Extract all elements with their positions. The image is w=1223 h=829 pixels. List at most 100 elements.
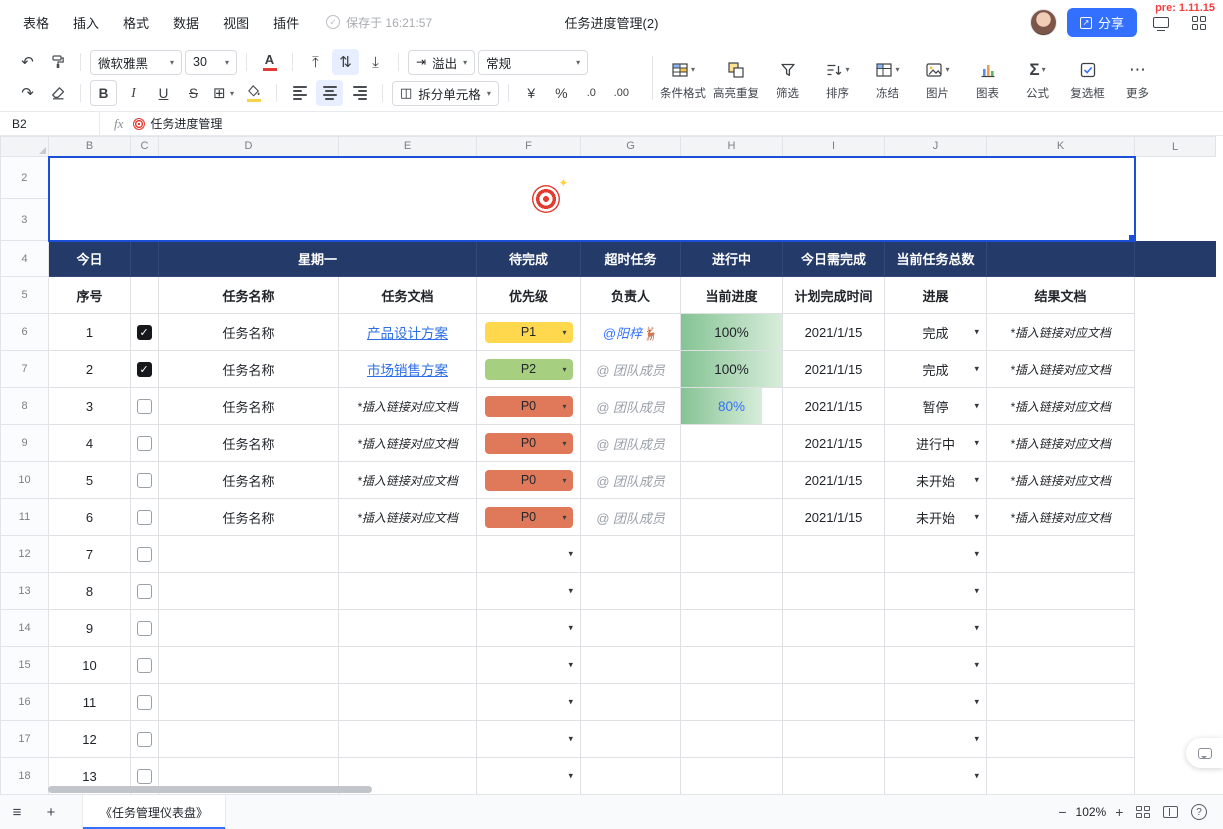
summary-weekday[interactable]: 星期一 bbox=[159, 241, 477, 277]
cell[interactable] bbox=[1135, 536, 1216, 573]
caret-down-icon[interactable]: ▾ bbox=[974, 512, 979, 523]
task-checkbox[interactable] bbox=[137, 732, 152, 747]
row-header[interactable]: 2 bbox=[1, 157, 49, 199]
redo-button[interactable]: ↷ bbox=[14, 80, 41, 106]
row-header[interactable]: 17 bbox=[1, 721, 49, 758]
priority-dropdown-cell[interactable]: ▾ bbox=[477, 573, 581, 610]
checkbox-cell[interactable] bbox=[131, 536, 159, 573]
highlight-duplicates-button[interactable]: 高亮重复 bbox=[710, 56, 762, 105]
format-painter-button[interactable] bbox=[44, 49, 71, 75]
priority-dropdown-cell[interactable]: ▾ bbox=[477, 758, 581, 795]
sheet-list-button[interactable]: ≡ bbox=[0, 804, 34, 821]
col-header[interactable]: E bbox=[339, 137, 477, 157]
progress-cell[interactable] bbox=[681, 425, 783, 462]
help-icon[interactable]: ? bbox=[1191, 804, 1207, 820]
owner-cell[interactable]: @ 团队成员 bbox=[581, 388, 681, 425]
doc-link[interactable]: 产品设计方案 bbox=[367, 326, 448, 341]
panel-view-icon[interactable] bbox=[1163, 806, 1178, 818]
row-header[interactable]: 11 bbox=[1, 499, 49, 536]
grid-view-icon[interactable] bbox=[1136, 806, 1150, 818]
cell[interactable] bbox=[581, 536, 681, 573]
task-name-cell[interactable]: 任务名称 bbox=[159, 425, 339, 462]
serial-cell[interactable]: 7 bbox=[49, 536, 131, 573]
cell[interactable] bbox=[1135, 351, 1216, 388]
menu-plugins[interactable]: 插件 bbox=[262, 9, 310, 36]
cell[interactable] bbox=[1135, 199, 1216, 241]
selection-fill-handle[interactable] bbox=[1128, 234, 1135, 241]
doc-link[interactable]: 市场销售方案 bbox=[367, 363, 448, 378]
checkbox-cell[interactable] bbox=[131, 388, 159, 425]
split-cells-button[interactable]: ◫ 拆分单元格 ▾ bbox=[392, 81, 499, 106]
col-header[interactable]: K bbox=[987, 137, 1135, 157]
status-dropdown-cell[interactable]: ▾ bbox=[885, 758, 987, 795]
formula-input[interactable]: 任务进度管理 bbox=[133, 115, 222, 132]
cell[interactable] bbox=[131, 277, 159, 314]
plan-date-cell[interactable]: 2021/1/15 bbox=[783, 499, 885, 536]
caret-down-icon[interactable]: ▾ bbox=[974, 549, 979, 560]
formula-button[interactable]: Σ▾ 公式 bbox=[1013, 56, 1062, 105]
cell[interactable] bbox=[131, 241, 159, 277]
summary-today[interactable]: 今日 bbox=[49, 241, 131, 277]
horizontal-scrollbar[interactable] bbox=[48, 786, 372, 793]
caret-down-icon[interactable]: ▾ bbox=[974, 586, 979, 597]
priority-cell[interactable]: P1▾ bbox=[477, 314, 581, 351]
summary-total[interactable]: 当前任务总数 bbox=[885, 241, 987, 277]
task-doc-cell[interactable]: *插入链接对应文档 bbox=[339, 388, 477, 425]
cell[interactable] bbox=[1135, 241, 1216, 277]
progress-cell[interactable]: 100% bbox=[681, 351, 783, 388]
cell[interactable] bbox=[1135, 499, 1216, 536]
caret-down-icon[interactable]: ▾ bbox=[974, 327, 979, 338]
column-label-status[interactable]: 进展 bbox=[885, 277, 987, 314]
menu-insert[interactable]: 插入 bbox=[62, 9, 110, 36]
checkbox-insert-button[interactable]: 复选框 bbox=[1063, 56, 1112, 105]
priority-dropdown-cell[interactable]: ▾ bbox=[477, 721, 581, 758]
cell[interactable] bbox=[581, 573, 681, 610]
select-all-corner[interactable] bbox=[1, 137, 49, 157]
col-header[interactable]: H bbox=[681, 137, 783, 157]
cell[interactable] bbox=[339, 536, 477, 573]
task-checkbox[interactable] bbox=[137, 695, 152, 710]
column-label-priority[interactable]: 优先级 bbox=[477, 277, 581, 314]
row-header[interactable]: 7 bbox=[1, 351, 49, 388]
cell[interactable] bbox=[681, 758, 783, 795]
result-doc-cell[interactable]: *插入链接对应文档 bbox=[987, 462, 1135, 499]
serial-cell[interactable]: 2 bbox=[49, 351, 131, 388]
row-header[interactable]: 6 bbox=[1, 314, 49, 351]
add-sheet-button[interactable]: + bbox=[34, 804, 68, 821]
serial-cell[interactable]: 5 bbox=[49, 462, 131, 499]
cell[interactable] bbox=[783, 610, 885, 647]
user-avatar[interactable] bbox=[1030, 9, 1057, 36]
priority-dropdown-cell[interactable]: ▾ bbox=[477, 647, 581, 684]
cell[interactable] bbox=[581, 721, 681, 758]
serial-cell[interactable]: 8 bbox=[49, 573, 131, 610]
serial-cell[interactable]: 3 bbox=[49, 388, 131, 425]
progress-cell[interactable] bbox=[681, 499, 783, 536]
column-label-name[interactable]: 任务名称 bbox=[159, 277, 339, 314]
caret-down-icon[interactable]: ▾ bbox=[568, 549, 573, 560]
cell[interactable] bbox=[1135, 388, 1216, 425]
status-dropdown-cell[interactable]: ▾ bbox=[885, 647, 987, 684]
row-header[interactable]: 9 bbox=[1, 425, 49, 462]
cell[interactable] bbox=[987, 536, 1135, 573]
caret-down-icon[interactable]: ▾ bbox=[974, 623, 979, 634]
task-checkbox[interactable] bbox=[137, 399, 152, 414]
row-header[interactable]: 18 bbox=[1, 758, 49, 795]
row-header[interactable]: 10 bbox=[1, 462, 49, 499]
task-doc-cell[interactable]: 市场销售方案 bbox=[339, 351, 477, 388]
cell[interactable] bbox=[783, 684, 885, 721]
priority-cell[interactable]: P0▾ bbox=[477, 388, 581, 425]
filter-button[interactable]: 筛选 bbox=[763, 56, 812, 105]
row-header[interactable]: 16 bbox=[1, 684, 49, 721]
caret-down-icon[interactable]: ▾ bbox=[568, 586, 573, 597]
result-doc-cell[interactable]: *插入链接对应文档 bbox=[987, 351, 1135, 388]
checkbox-cell[interactable] bbox=[131, 647, 159, 684]
progress-cell[interactable]: 80% bbox=[681, 388, 783, 425]
serial-cell[interactable]: 11 bbox=[49, 684, 131, 721]
owner-cell[interactable]: @ 团队成员 bbox=[581, 499, 681, 536]
cell[interactable] bbox=[1135, 684, 1216, 721]
priority-cell[interactable]: P0▾ bbox=[477, 499, 581, 536]
task-checkbox[interactable] bbox=[137, 436, 152, 451]
checkbox-cell[interactable] bbox=[131, 573, 159, 610]
caret-down-icon[interactable]: ▾ bbox=[568, 771, 573, 782]
owner-cell[interactable]: @ 团队成员 bbox=[581, 425, 681, 462]
